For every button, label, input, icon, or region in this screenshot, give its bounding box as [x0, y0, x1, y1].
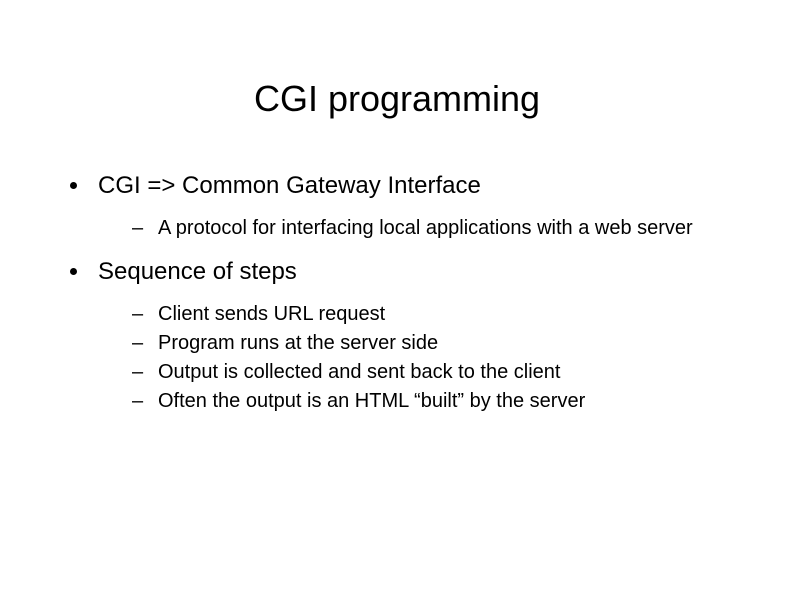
sub-list-item: Client sends URL request [110, 301, 734, 328]
sub-list-item: A protocol for interfacing local applica… [110, 215, 734, 242]
slide-content: CGI => Common Gateway Interface A protoc… [0, 170, 794, 415]
bullet-list: CGI => Common Gateway Interface A protoc… [70, 170, 734, 415]
list-item-text: Sequence of steps [98, 258, 297, 285]
list-item: CGI => Common Gateway Interface A protoc… [70, 170, 734, 242]
slide-title: CGI programming [0, 0, 794, 170]
sub-list-item: Often the output is an HTML “built” by t… [110, 388, 734, 415]
sub-list-item: Output is collected and sent back to the… [110, 359, 734, 386]
sub-list-item: Program runs at the server side [110, 330, 734, 357]
sub-list: A protocol for interfacing local applica… [98, 215, 734, 242]
list-item-text: CGI => Common Gateway Interface [98, 172, 481, 199]
list-item: Sequence of steps Client sends URL reque… [70, 256, 734, 415]
slide: CGI programming CGI => Common Gateway In… [0, 0, 794, 595]
sub-list: Client sends URL request Program runs at… [98, 301, 734, 415]
